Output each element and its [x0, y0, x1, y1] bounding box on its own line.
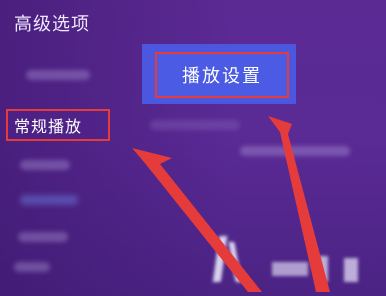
arrow-to-play-settings	[268, 116, 330, 292]
annotation-arrows	[132, 116, 330, 292]
arrow-to-general-playback	[132, 148, 262, 292]
